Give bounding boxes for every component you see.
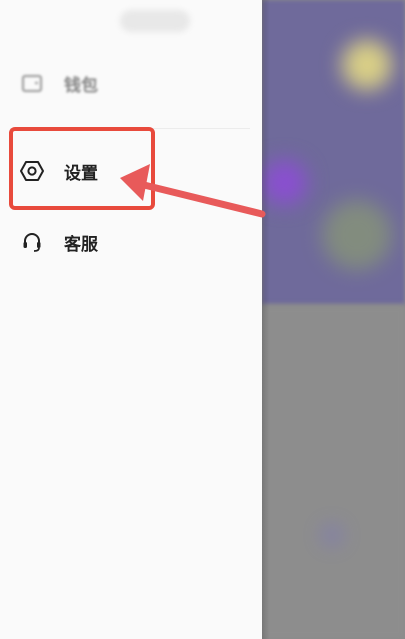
annotation-arrow [120, 164, 266, 218]
